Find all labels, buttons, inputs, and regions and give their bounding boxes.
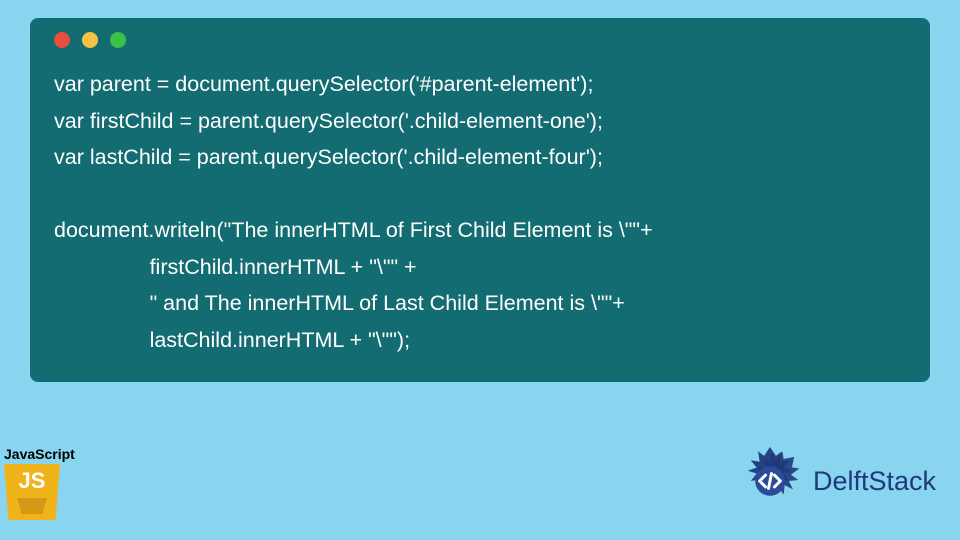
- javascript-badge: JavaScript JS: [4, 446, 75, 520]
- code-block: var parent = document.querySelector('#pa…: [54, 66, 906, 358]
- javascript-icon: JS: [4, 464, 60, 520]
- window-controls: [54, 32, 906, 48]
- code-line: var lastChild = parent.querySelector('.c…: [54, 145, 603, 169]
- javascript-label: JavaScript: [4, 446, 75, 462]
- brand-mandala-icon: [733, 444, 807, 518]
- close-icon: [54, 32, 70, 48]
- javascript-icon-accent: [17, 498, 47, 514]
- javascript-icon-text: JS: [4, 468, 60, 494]
- brand-logo: DelftStack: [733, 444, 936, 518]
- brand-name: DelftStack: [813, 466, 936, 497]
- maximize-icon: [110, 32, 126, 48]
- code-line: var firstChild = parent.querySelector('.…: [54, 109, 603, 133]
- code-line: var parent = document.querySelector('#pa…: [54, 72, 593, 96]
- minimize-icon: [82, 32, 98, 48]
- code-line: document.writeln("The innerHTML of First…: [54, 218, 653, 242]
- code-line: firstChild.innerHTML + "\"" +: [54, 255, 417, 279]
- code-line: lastChild.innerHTML + "\"");: [54, 328, 410, 352]
- code-panel: var parent = document.querySelector('#pa…: [30, 18, 930, 382]
- code-line: " and The innerHTML of Last Child Elemen…: [54, 291, 625, 315]
